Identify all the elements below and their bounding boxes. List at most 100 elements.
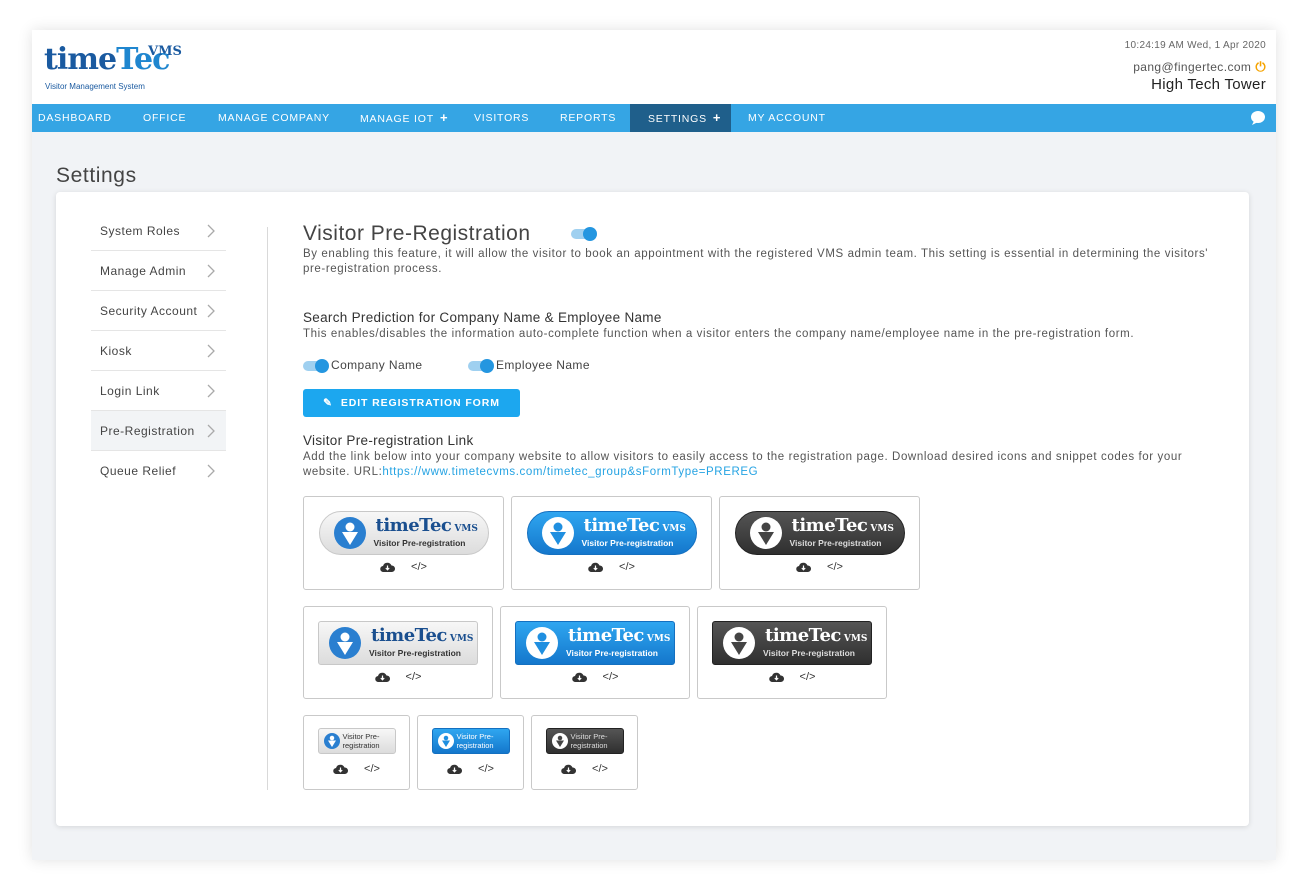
chevron-right-icon	[207, 384, 215, 398]
visitor-person-icon	[723, 627, 755, 659]
edit-button-label: EDIT REGISTRATION FORM	[340, 397, 500, 409]
chat-support-icon[interactable]	[1250, 110, 1266, 126]
badge-option-light-rect: timeTec VMS Visitor Pre-registration </>	[303, 606, 493, 699]
cloud-download-icon[interactable]	[768, 671, 784, 683]
code-snippet-icon[interactable]: </>	[411, 561, 427, 573]
nav-office[interactable]: OFFICE	[143, 104, 186, 132]
cloud-download-icon[interactable]	[374, 671, 390, 683]
sidebar-item-label: Kiosk	[100, 344, 132, 358]
sidebar-item-label: Login Link	[100, 384, 160, 398]
visitor-person-icon	[749, 517, 782, 549]
cloud-download-icon[interactable]	[561, 763, 577, 775]
badge-brand-text: timeTec VMS	[583, 515, 686, 536]
nav-settings[interactable]: SETTINGS +	[630, 104, 732, 132]
timetec-vms-logo[interactable]: timeTec VMS Visitor Management System	[44, 42, 204, 94]
code-snippet-icon[interactable]: </>	[478, 763, 494, 775]
visitor-person-icon	[333, 517, 366, 549]
user-email-row: pang@fingertec.com ⏻	[1125, 59, 1266, 75]
nav-reports[interactable]: REPORTS	[560, 104, 616, 132]
nav-settings-label: SETTINGS	[648, 113, 707, 125]
badge-vms-text: VMS	[646, 634, 671, 644]
link-heading: Visitor Pre-registration Link	[303, 433, 474, 448]
nav-manage-company-label: MANAGE COMPANY	[218, 112, 330, 124]
badge-caption-line2: registration	[570, 741, 608, 750]
badge-subtitle: Visitor Pre-registration	[763, 648, 855, 658]
building-name: High Tech Tower	[1151, 76, 1266, 93]
registration-url-link[interactable]: https://www.timetecvms.com/timetec_group…	[382, 466, 758, 478]
code-snippet-icon[interactable]: </>	[619, 561, 635, 573]
badge-actions: </>	[304, 671, 492, 683]
pre-registration-badge: Visitor Pre-registration	[545, 728, 624, 754]
edit-registration-form-button[interactable]: ✎ EDIT REGISTRATION FORM	[303, 389, 520, 417]
cloud-download-icon[interactable]	[571, 671, 587, 683]
cloud-download-icon[interactable]	[447, 763, 463, 775]
cloud-download-icon[interactable]	[588, 561, 604, 573]
sidebar-item-kiosk[interactable]: Kiosk	[91, 331, 226, 371]
badge-option-blue-small: Visitor Pre-registration </>	[417, 715, 524, 790]
pre-registration-badge: timeTec VMS Visitor Pre-registration	[526, 511, 697, 555]
pre-registration-badge: timeTec VMS Visitor Pre-registration	[318, 511, 489, 555]
nav-visitors[interactable]: VISITORS	[474, 104, 529, 132]
nav-manage-iot[interactable]: MANAGE IOT +	[360, 104, 448, 132]
badge-caption-line2: registration	[342, 741, 380, 750]
code-snippet-icon[interactable]: </>	[364, 763, 380, 775]
badge-caption-line2: registration	[456, 741, 494, 750]
nav-dashboard[interactable]: DASHBOARD	[38, 104, 112, 132]
page-title: Settings	[56, 164, 137, 187]
visitor-person-icon	[526, 627, 558, 659]
badge-caption-line1: Visitor Pre-	[342, 732, 380, 741]
sidebar-item-manage-admin[interactable]: Manage Admin	[91, 251, 226, 291]
power-icon[interactable]: ⏻	[1255, 59, 1266, 74]
app-window: timeTec VMS Visitor Management System 10…	[32, 30, 1276, 860]
visitor-person-icon	[437, 733, 454, 749]
badge-actions: </>	[501, 671, 689, 683]
settings-sidebar: System Roles Manage Admin Security Accou…	[91, 211, 226, 491]
pre-registration-badge: timeTec VMS Visitor Pre-registration	[318, 621, 478, 665]
cloud-download-icon[interactable]	[380, 561, 396, 573]
badge-actions: </>	[532, 763, 637, 775]
employee-name-toggle[interactable]	[468, 358, 494, 373]
main-nav: DASHBOARD OFFICE MANAGE COMPANY MANAGE I…	[32, 104, 1276, 132]
cloud-download-icon[interactable]	[796, 561, 812, 573]
code-snippet-icon[interactable]: </>	[800, 671, 816, 683]
settings-card: System Roles Manage Admin Security Accou…	[56, 192, 1249, 826]
section-title: Visitor Pre-Registration	[303, 222, 531, 245]
badge-option-blue-pill: timeTec VMS Visitor Pre-registration </>	[511, 496, 712, 590]
code-snippet-icon[interactable]: </>	[827, 561, 843, 573]
sidebar-item-system-roles[interactable]: System Roles	[91, 211, 226, 251]
plus-icon: +	[712, 110, 722, 125]
sidebar-item-login-link[interactable]: Login Link	[91, 371, 226, 411]
company-name-label: Company Name	[331, 358, 423, 372]
chevron-right-icon	[207, 424, 215, 438]
sidebar-item-queue-relief[interactable]: Queue Relief	[91, 451, 226, 491]
badge-subtitle: Visitor Pre-registration	[369, 648, 461, 658]
nav-visitors-label: VISITORS	[474, 112, 530, 124]
badge-brand-text: timeTec VMS	[568, 625, 671, 646]
pre-registration-badge: Visitor Pre-registration	[317, 728, 396, 754]
company-name-option: Company Name	[303, 358, 423, 373]
code-snippet-icon[interactable]: </>	[603, 671, 619, 683]
badge-brand-text: timeTec VMS	[371, 625, 474, 646]
sidebar-item-label: Queue Relief	[100, 464, 177, 478]
badge-subtitle: Visitor Pre-registration	[373, 538, 466, 548]
cloud-download-icon[interactable]	[333, 763, 349, 775]
pre-registration-badge: timeTec VMS Visitor Pre-registration	[712, 621, 872, 665]
sidebar-item-pre-registration[interactable]: Pre-Registration	[91, 411, 226, 451]
nav-my-account[interactable]: MY ACCOUNT	[748, 104, 826, 132]
sidebar-item-security-account[interactable]: Security Account	[91, 291, 226, 331]
pre-registration-badge: Visitor Pre-registration	[431, 728, 510, 754]
sidebar-item-label: Security Account	[100, 304, 198, 318]
sidebar-item-label: Pre-Registration	[100, 424, 195, 438]
badge-vms-text: VMS	[662, 524, 686, 534]
company-name-toggle[interactable]	[303, 358, 329, 373]
badge-caption-line1: Visitor Pre-	[456, 732, 494, 741]
code-snippet-icon[interactable]: </>	[406, 671, 422, 683]
sidebar-item-label: System Roles	[100, 224, 181, 238]
badge-vms-text: VMS	[870, 524, 894, 534]
logo-word-time: time	[44, 42, 117, 77]
pre-registration-toggle[interactable]	[571, 227, 597, 241]
badge-option-dark-small: Visitor Pre-registration </>	[531, 715, 638, 790]
nav-manage-company[interactable]: MANAGE COMPANY	[218, 104, 330, 132]
code-snippet-icon[interactable]: </>	[592, 763, 608, 775]
section-description: By enabling this feature, it will allow …	[303, 248, 1209, 275]
